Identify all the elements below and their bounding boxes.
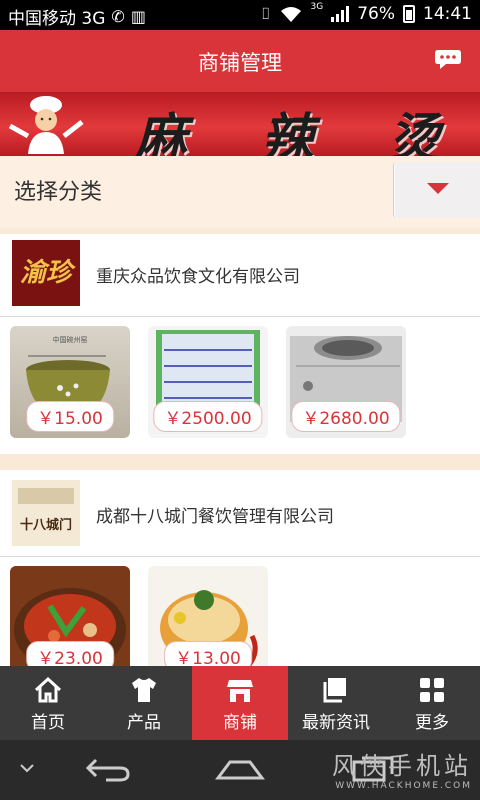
- system-nav-bar: 风侠手机站 WWW.HACKHOME.COM: [0, 740, 480, 800]
- network-type-label: 3G: [310, 2, 324, 12]
- signal-icon: [331, 6, 350, 22]
- news-icon: [323, 678, 346, 703]
- product-tile[interactable]: ￥2680.00: [286, 326, 406, 438]
- product-tile[interactable]: ￥2500.00: [148, 326, 268, 438]
- company-logo: 渝珍: [12, 240, 80, 306]
- store-icon: [227, 680, 253, 702]
- product-price: ￥13.00: [164, 641, 252, 666]
- status-bar: 中国移动 3G ✆ ▥ ⌷ 3G 76% 14:41: [0, 0, 480, 30]
- product-price: ￥2680.00: [291, 401, 401, 432]
- banner-title: 麻 辣 烫: [100, 96, 480, 156]
- product-tile[interactable]: ￥23.00: [10, 566, 130, 666]
- banner-char-2: 辣: [260, 108, 319, 156]
- watermark-title: 风侠手机站: [332, 752, 472, 780]
- carrier-label: 中国移动 3G: [8, 9, 106, 29]
- phone-icon: ✆: [111, 7, 125, 26]
- shirt-icon: [132, 678, 156, 702]
- company-logo-text: 渝珍: [19, 258, 72, 288]
- product-tile[interactable]: ￥13.00: [148, 566, 268, 666]
- bottom-nav: 首页 产品 商铺 最新资讯 更多: [0, 666, 480, 740]
- company-card[interactable]: 渝珍 重庆众品饮食文化有限公司 中国碗州窑 ￥15.00 ￥2500.00 ￥2…: [0, 234, 480, 454]
- chevron-down-icon: [427, 183, 449, 194]
- chef-mascot-icon: [8, 96, 84, 154]
- watermark-url: WWW.HACKHOME.COM: [335, 781, 472, 791]
- company-logo-text: 十八城门: [19, 518, 72, 533]
- battery-icon: [403, 5, 415, 23]
- hide-keyboard-icon[interactable]: [18, 762, 36, 774]
- nav-item-shops[interactable]: 商铺: [192, 666, 288, 740]
- company-card[interactable]: 十八城门 成都十八城门餐饮管理有限公司 ￥23.00 ￥13.00: [0, 470, 480, 666]
- company-name: 重庆众品饮食文化有限公司: [96, 267, 300, 287]
- category-dropdown-button[interactable]: [393, 162, 480, 218]
- product-price: ￥15.00: [26, 401, 114, 432]
- clock: 14:41: [423, 4, 472, 24]
- nav-label: 商铺: [223, 713, 257, 733]
- app-header: 商铺管理: [0, 30, 480, 92]
- message-button[interactable]: [434, 48, 462, 70]
- product-price: ￥23.00: [26, 641, 114, 666]
- logo-roof: [18, 488, 74, 504]
- nav-label: 首页: [31, 713, 65, 733]
- home-icon: [34, 676, 62, 703]
- nav-item-home[interactable]: 首页: [0, 666, 96, 740]
- wifi-icon: [280, 7, 301, 22]
- page-title: 商铺管理: [198, 51, 282, 75]
- nav-label: 产品: [127, 713, 161, 733]
- home-button-icon[interactable]: [214, 754, 266, 784]
- banner-char-1: 麻: [134, 108, 193, 156]
- nav-item-news[interactable]: 最新资讯: [288, 666, 384, 740]
- battery-percent: 76%: [357, 4, 395, 24]
- watermark: 风侠手机站 WWW.HACKHOME.COM: [332, 746, 472, 791]
- nav-label: 最新资讯: [302, 713, 370, 733]
- product-price: ￥2500.00: [153, 401, 263, 432]
- divider: [0, 316, 480, 317]
- sim-card-icon: ▥: [130, 7, 146, 26]
- grid-icon: [420, 678, 444, 702]
- nav-item-products[interactable]: 产品: [96, 666, 192, 740]
- vibrate-icon: ⌷: [260, 4, 271, 23]
- product-tile[interactable]: 中国碗州窑 ￥15.00: [10, 326, 130, 438]
- back-icon[interactable]: [84, 754, 132, 784]
- company-logo: 十八城门: [12, 480, 80, 546]
- nav-label: 更多: [415, 713, 449, 733]
- category-selector[interactable]: 选择分类: [0, 156, 480, 229]
- category-label: 选择分类: [14, 180, 103, 205]
- chat-bubble-icon: [435, 50, 461, 69]
- promo-banner[interactable]: 麻 辣 烫: [0, 92, 480, 156]
- banner-char-3: 烫: [387, 108, 446, 156]
- svg-text:中国碗州窑: 中国碗州窑: [53, 335, 88, 344]
- section-gap: [0, 454, 480, 470]
- divider: [0, 556, 480, 557]
- company-name: 成都十八城门餐饮管理有限公司: [96, 507, 334, 527]
- nav-item-more[interactable]: 更多: [384, 666, 480, 740]
